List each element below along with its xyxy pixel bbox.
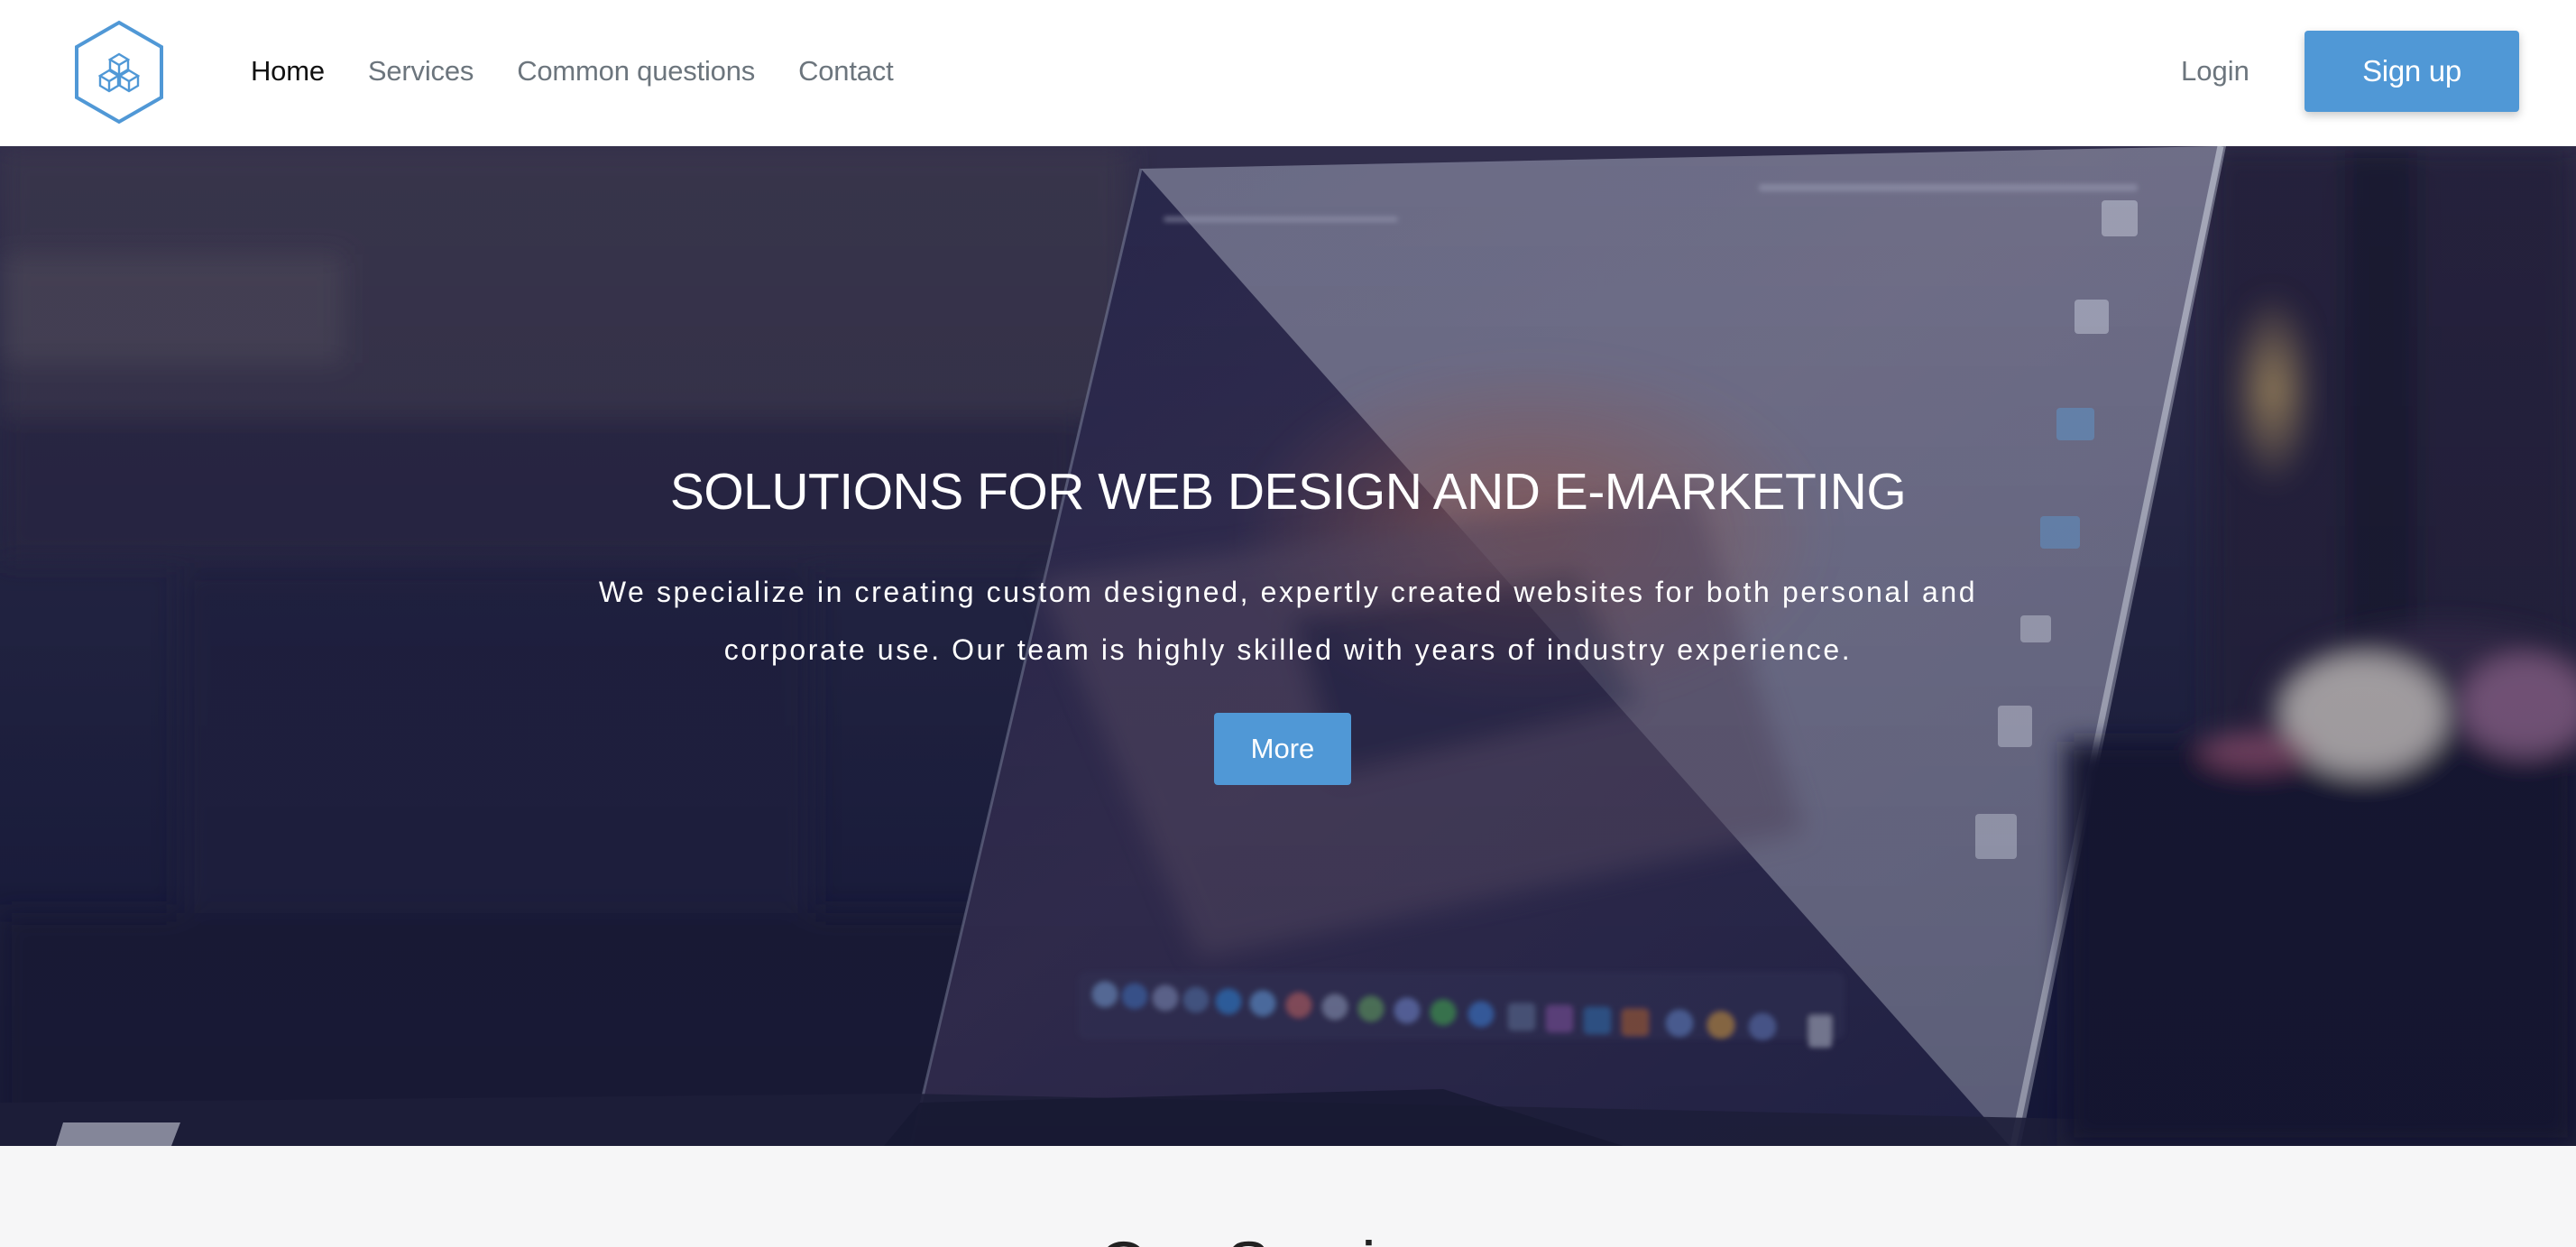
hero-title: SOLUTIONS FOR WEB DESIGN AND E-MARKETING [669,463,1907,521]
nav-link-home[interactable]: Home [251,55,325,88]
nav-link-services[interactable]: Services [368,55,474,88]
nav-link-common-questions[interactable]: Common questions [517,55,755,88]
nav-link-contact[interactable]: Contact [798,55,894,88]
services-title: Our Services [0,1227,2576,1247]
login-link[interactable]: Login [2181,0,2249,143]
nav-links: Home Services Common questions Contact [251,0,937,143]
logo[interactable] [72,20,166,125]
signup-button[interactable]: Sign up [2305,31,2519,112]
more-button[interactable]: More [1214,713,1351,785]
hero-description: We specialize in creating custom designe… [598,576,1978,666]
hero-section: SOLUTIONS FOR WEB DESIGN AND E-MARKETING… [0,146,2576,1146]
cubes-hexagon-icon [75,20,163,125]
services-section: Our Services [0,1146,2576,1247]
navbar: Home Services Common questions Contact L… [0,0,2576,146]
